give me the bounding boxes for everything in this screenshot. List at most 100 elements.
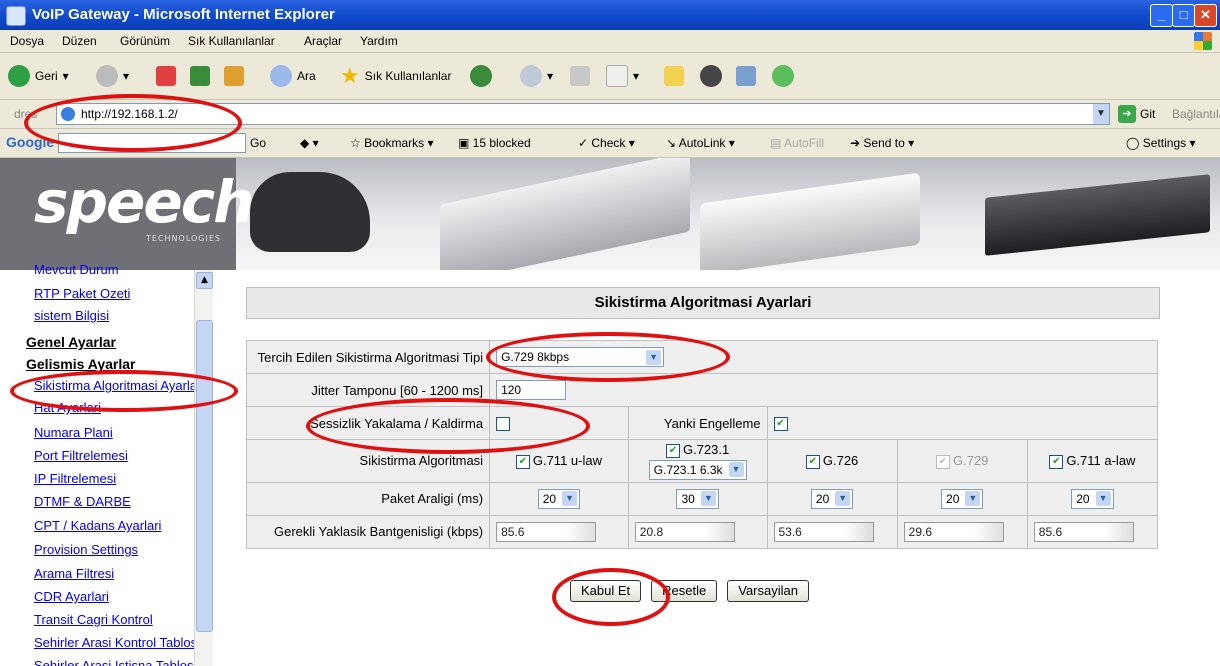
codec-name-3: G.726	[822, 453, 859, 468]
favorites-button[interactable]: ★ Sık Kullanılanlar	[340, 63, 451, 89]
print-button[interactable]	[570, 63, 590, 89]
table-row: Jitter Tamponu [60 - 1200 ms] 120	[245, 373, 1158, 407]
menu-favorites[interactable]: Sık Kullanılanlar	[188, 34, 275, 48]
menu-edit[interactable]: Düzen	[62, 34, 97, 48]
google-search-input[interactable]	[58, 133, 246, 153]
codec-checkbox-2[interactable]: ✔	[666, 443, 680, 458]
sidebar-item-status[interactable]: Mevcut Durum	[34, 262, 194, 274]
popup-blocker-button[interactable]: ▣ 15 blocked	[458, 136, 531, 150]
jitter-cell: 120	[489, 373, 1158, 407]
sidebar-item-system[interactable]: sistem Bilgisi	[34, 308, 194, 323]
sidebar-item-call-filter[interactable]: Arama Filtresi	[34, 566, 194, 581]
forward-arrow-icon	[96, 65, 118, 87]
sidebar-item-intercity[interactable]: Sehirler Arasi Kontrol Tablosu	[34, 635, 194, 650]
sidebar-item-lines[interactable]: Hat Ayarlari	[34, 400, 194, 415]
sidebar-item-transit[interactable]: Transit Cagri Kontrol	[34, 612, 194, 627]
echo-checkbox[interactable]: ✔	[773, 416, 788, 431]
menu-help[interactable]: Yardım	[360, 34, 398, 48]
settings-button[interactable]: ◯ Settings ▾	[1126, 136, 1195, 150]
address-input[interactable]: http://192.168.1.2/ ▼	[56, 103, 1110, 125]
close-button[interactable]: ✕	[1194, 4, 1217, 27]
sidebar-item-ip-filter[interactable]: IP Filtrelemesi	[34, 471, 194, 486]
address-url: http://192.168.1.2/	[81, 107, 178, 121]
sidebar-item-port-filter[interactable]: Port Filtrelemesi	[34, 448, 194, 463]
search-button[interactable]: Ara	[270, 63, 316, 89]
menu-view[interactable]: Görünüm	[120, 34, 170, 48]
sidebar-head-general[interactable]: Genel Ayarlar	[26, 334, 116, 350]
silence-checkbox[interactable]	[496, 416, 511, 431]
sidebar-item-cpt[interactable]: CPT / Kadans Ayarlari	[34, 518, 194, 533]
table-row: Sikistirma Algoritmasi ✔ G.711 u-law ✔ G.7…	[245, 439, 1159, 483]
codec-cell-4: ✔ G.729	[896, 439, 1028, 483]
silence-cell	[489, 406, 629, 440]
maximize-button[interactable]: □	[1172, 4, 1195, 27]
messenger-button[interactable]	[772, 63, 794, 89]
minimize-button[interactable]: _	[1150, 4, 1173, 27]
packet-cell-4: 20 ▼	[896, 481, 1028, 516]
reset-button[interactable]: Resetle	[651, 580, 718, 602]
forward-button[interactable]: ▾	[96, 63, 129, 89]
links-button[interactable]: Bağlantılar	[1172, 107, 1220, 121]
sidebar-item-provision[interactable]: Provision Settings	[34, 542, 194, 557]
preferred-codec-select[interactable]: G.729 8kbps ▼	[496, 347, 665, 367]
packet-select-1[interactable]: 20 ▼	[537, 488, 581, 509]
sidebar-scrollbar[interactable]: ▲	[194, 270, 213, 666]
refresh-button[interactable]	[190, 63, 210, 89]
codec-cell-3: ✔ G.726	[766, 439, 898, 483]
favorites-label: Sık Kullanılanlar	[364, 69, 452, 83]
mail-button[interactable]: ▾	[520, 63, 553, 89]
home-icon	[224, 66, 244, 86]
packet-select-4[interactable]: 20 ▼	[941, 488, 984, 509]
codec-name-5: G.711 a-law	[1066, 453, 1136, 468]
device-image-1	[250, 172, 370, 252]
codec-label: Sikistirma Algoritmasi	[245, 439, 491, 483]
sidebar-item-compression[interactable]: Sikistirma Algoritmasi Ayarlari	[34, 378, 194, 393]
bandwidth-field-2: 20.8	[634, 521, 735, 542]
preferred-codec-label: Tercih Edilen Sikistirma Algoritmasi Tip…	[245, 340, 491, 374]
title-bar: VoIP Gateway - Microsoft Internet Explor…	[0, 0, 1220, 30]
menu-tools[interactable]: Araçlar	[304, 34, 342, 48]
spellcheck-button[interactable]: ✓ Check ▾	[578, 136, 635, 150]
codec-checkbox-4[interactable]: ✔	[936, 454, 950, 469]
google-menu-icon[interactable]: ◆ ▾	[300, 136, 319, 150]
folder-button[interactable]	[664, 63, 684, 89]
codec-checkbox-3[interactable]: ✔	[805, 454, 820, 469]
google-go-button[interactable]: Go	[250, 136, 266, 150]
codec-checkbox-1[interactable]: ✔	[515, 454, 530, 469]
scroll-thumb[interactable]	[196, 320, 213, 632]
history-button[interactable]	[470, 63, 492, 89]
sidebar-item-cdr[interactable]: CDR Ayarlari	[34, 589, 194, 604]
sidebar-head-advanced[interactable]: Gelismis Ayarlar	[26, 356, 135, 372]
bandwidth-field-4: 29.6	[903, 521, 1004, 542]
menu-file[interactable]: Dosya	[10, 34, 44, 48]
codec-cell-1: ✔ G.711 u-law	[489, 439, 629, 483]
autofill-button[interactable]: ▤ AutoFill	[770, 136, 824, 150]
default-button[interactable]: Varsayilan	[727, 580, 809, 602]
sidebar-item-dtmf[interactable]: DTMF & DARBE	[34, 494, 194, 509]
address-dropdown-icon[interactable]: ▼	[1093, 104, 1109, 124]
go-button[interactable]: ➔ Git	[1118, 105, 1155, 123]
research-button[interactable]	[736, 63, 756, 89]
sidebar-item-rtp[interactable]: RTP Paket Ozeti	[34, 286, 194, 301]
stop-button[interactable]	[156, 63, 176, 89]
sidebar-item-dialplan[interactable]: Numara Plani	[34, 425, 194, 440]
window-title: VoIP Gateway - Microsoft Internet Explor…	[32, 6, 335, 23]
sendto-button[interactable]: ➔ Send to ▾	[850, 136, 914, 150]
codec-checkbox-5[interactable]: ✔	[1049, 454, 1064, 469]
back-button[interactable]: Geri ▾	[8, 63, 69, 89]
packet-interval-label: Paket Araligi (ms)	[245, 481, 491, 516]
media-button[interactable]	[700, 63, 722, 89]
home-button[interactable]	[224, 63, 244, 89]
jitter-input[interactable]: 120	[496, 380, 567, 400]
sidebar-item-intercity-exception[interactable]: Sehirler Arasi Istisna Tablosu	[34, 658, 194, 666]
autolink-button[interactable]: ↘ AutoLink ▾	[666, 136, 735, 150]
packet-select-5[interactable]: 20 ▼	[1071, 488, 1114, 509]
apply-button[interactable]: Kabul Et	[570, 580, 642, 602]
edit-button[interactable]: ▾	[606, 63, 639, 89]
g7231-rate-select[interactable]: G.723.1 6.3k ▼	[648, 459, 747, 480]
packet-select-3[interactable]: 20 ▼	[810, 488, 854, 509]
table-row: Gerekli Yaklasik Bantgenisligi (kbps) 85…	[245, 514, 1159, 549]
bookmarks-button[interactable]: ☆ Bookmarks ▾	[350, 136, 433, 150]
scroll-up-icon[interactable]: ▲	[196, 272, 213, 289]
packet-select-2[interactable]: 30 ▼	[676, 488, 719, 509]
